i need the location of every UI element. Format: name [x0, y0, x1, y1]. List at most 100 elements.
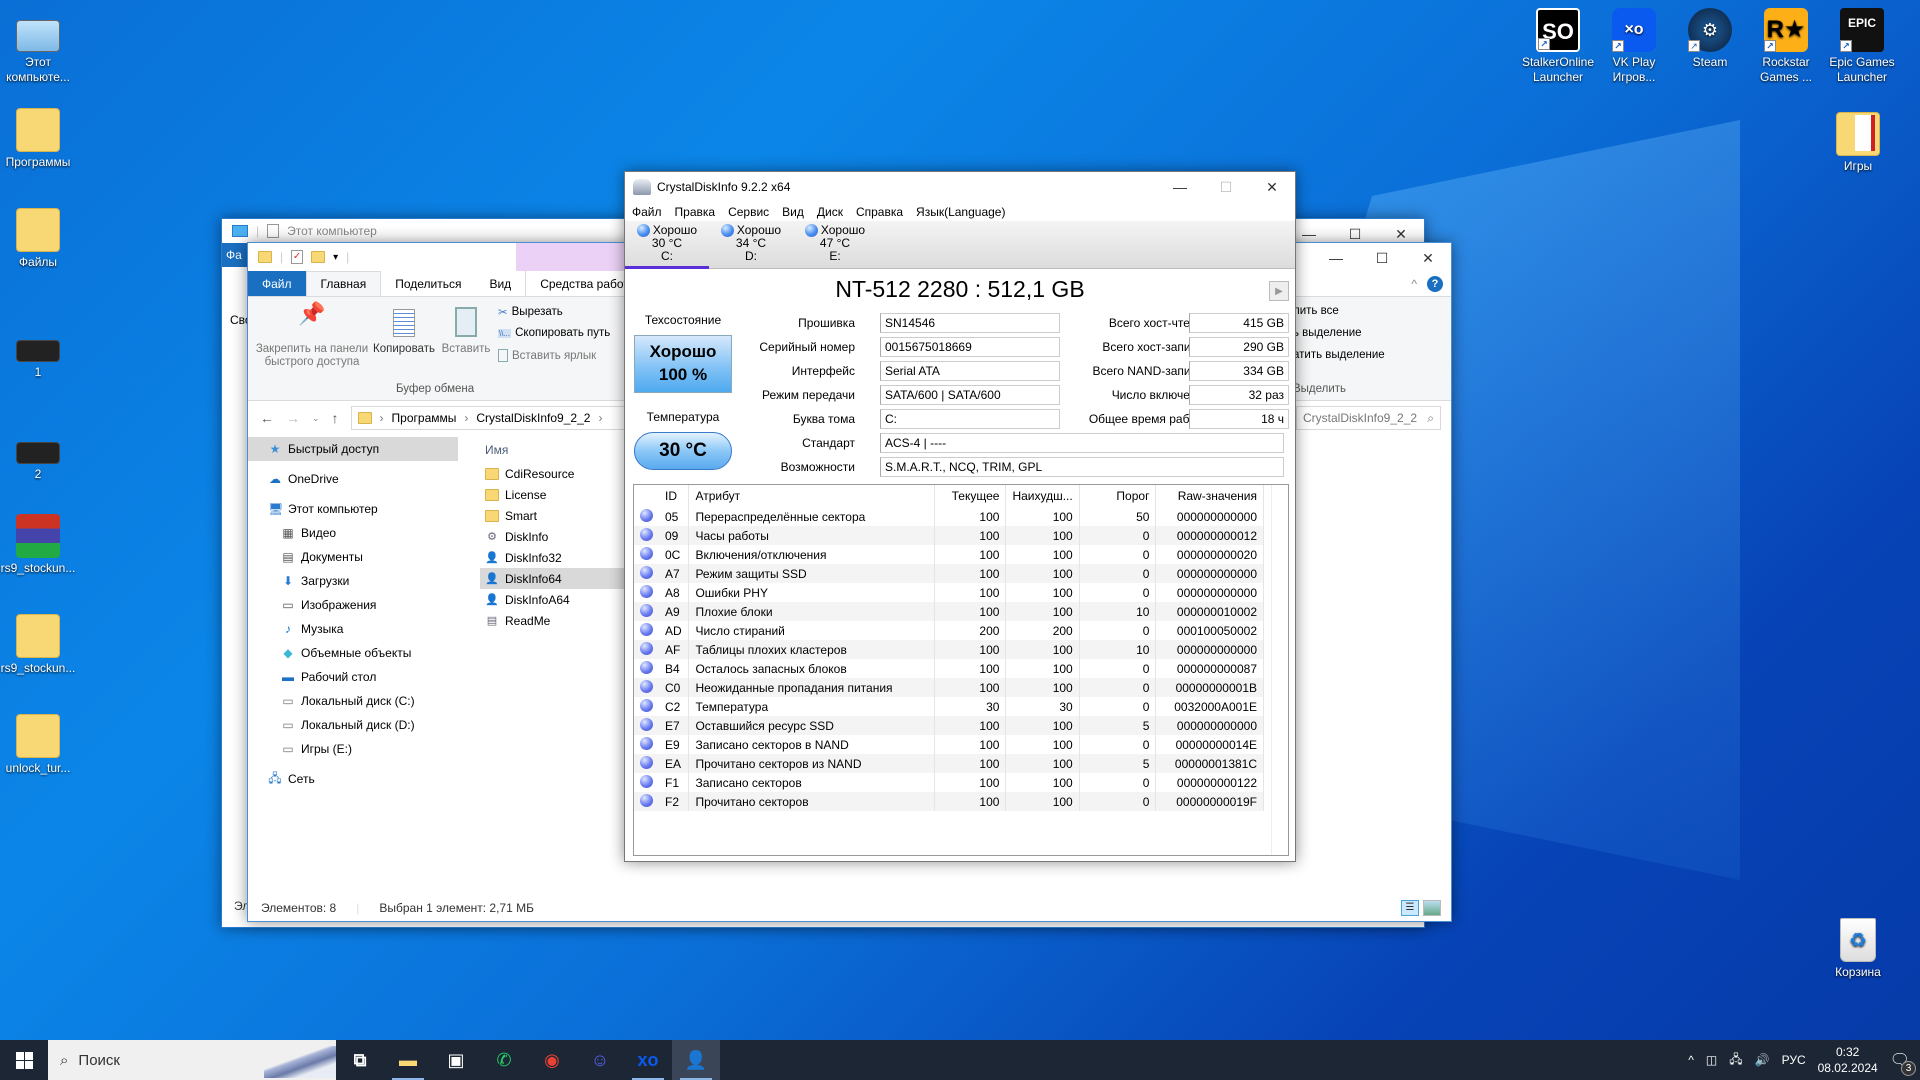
menu-item[interactable]: Сервис [728, 205, 769, 219]
column-header[interactable]: Raw-значения [1155, 485, 1264, 507]
file-item[interactable]: 👤 DiskInfo32 [480, 547, 630, 568]
desktop-icon[interactable]: R★ ↗ Rockstar Games ... [1748, 8, 1824, 85]
menu-item[interactable]: Правка [675, 205, 716, 219]
invert-selection-button[interactable]: атить выделение [1293, 349, 1385, 361]
clock[interactable]: 0:32 08.02.2024 [1818, 1044, 1878, 1076]
desktop-icon[interactable]: EPIC ↗ Epic Games Launcher [1824, 8, 1900, 85]
disk-tab[interactable]: Хорошо 47 °C E: [793, 221, 877, 268]
properties-icon[interactable]: ✓ [291, 250, 304, 264]
cut-button[interactable]: ✂ Вырезать [498, 305, 563, 319]
close-button[interactable]: ✕ [1249, 172, 1295, 202]
scrollbar[interactable] [1271, 485, 1288, 855]
desktop-icon[interactable]: Программы [0, 108, 76, 170]
health-status-badge[interactable]: Хорошо 100 % [634, 335, 732, 393]
recent-locations-button[interactable]: ⌄ [312, 413, 320, 424]
desktop-icon[interactable]: Файлы [0, 208, 76, 270]
taskbar-vk-play-button[interactable]: xo [624, 1040, 672, 1080]
menu-item[interactable]: Язык(Language) [916, 205, 1005, 219]
minimize-button[interactable]: — [1157, 172, 1203, 202]
file-item[interactable]: ⚙ DiskInfo [480, 526, 630, 547]
show-hidden-icons-button[interactable]: ^ [1688, 1053, 1694, 1067]
smart-row[interactable]: C0 Неожиданные пропадания питания 100 100 0 0… [634, 678, 1264, 697]
tab-home[interactable]: Главная [305, 271, 382, 296]
smart-row[interactable]: F2 Прочитано секторов 100 100 0 00000000019F [634, 792, 1264, 811]
desktop-icon[interactable]: ×o ↗ VK Play Игров... [1596, 8, 1672, 85]
nav-item[interactable]: ▦ Видео [248, 521, 458, 545]
desktop-icon[interactable]: 2 [0, 420, 76, 482]
nav-item[interactable]: 🖧 Сеть [248, 767, 458, 791]
column-header[interactable]: ID [659, 485, 690, 507]
collapse-ribbon-icon[interactable]: ^ [1411, 277, 1417, 291]
menu-item[interactable]: Справка [856, 205, 903, 219]
nav-item[interactable]: ▭ Локальный диск (C:) [248, 689, 458, 713]
smart-row[interactable]: E9 Записано секторов в NAND 100 100 0 0000000… [634, 735, 1264, 754]
volume-icon[interactable]: 🔊 [1755, 1053, 1770, 1067]
back-button[interactable]: ← [260, 410, 274, 426]
nav-item[interactable]: ⬇ Загрузки [248, 569, 458, 593]
camera-icon[interactable]: ◫ [1706, 1053, 1717, 1067]
column-header[interactable]: Порог [1079, 485, 1157, 507]
file-item[interactable]: ▤ ReadMe [480, 610, 630, 631]
column-header[interactable]: Наихудш... [1005, 485, 1080, 507]
copy-button[interactable]: Копировать [372, 307, 436, 356]
file-item[interactable]: 👤 DiskInfo64 [480, 568, 630, 589]
breadcrumb-item[interactable]: Программы [392, 411, 457, 425]
file-item[interactable]: License [480, 484, 630, 505]
desktop-icon[interactable]: 1 [0, 318, 76, 380]
taskbar-crystaldiskinfo-button[interactable]: 👤 [672, 1040, 720, 1080]
forward-button[interactable]: → [286, 410, 300, 426]
tab-view[interactable]: Вид [475, 271, 525, 296]
taskbar-task-view-button[interactable]: ⧉ [336, 1040, 384, 1080]
tab-share[interactable]: Поделиться [381, 271, 475, 296]
smart-row[interactable]: A8 Ошибки PHY 100 100 0 000000000000 [634, 583, 1264, 602]
new-folder-icon[interactable] [311, 251, 326, 263]
smart-row[interactable]: A7 Режим защиты SSD 100 100 0 000000000000 [634, 564, 1264, 583]
close-button[interactable]: ✕ [1405, 243, 1451, 273]
disk-tab[interactable]: Хорошо 34 °C D: [709, 221, 793, 268]
details-view-button[interactable]: ☰ [1401, 900, 1419, 916]
smart-row[interactable]: A9 Плохие блоки 100 100 10 000000010002 [634, 602, 1264, 621]
file-item[interactable]: Smart [480, 505, 630, 526]
qat-dropdown-icon[interactable]: ▾ [333, 252, 338, 263]
disk-tab[interactable]: Хорошо 30 °C C: [625, 221, 709, 269]
language-indicator[interactable]: РУС [1782, 1053, 1806, 1067]
search-input[interactable]: CrystalDiskInfo9_2_2 ⌕ [1296, 406, 1441, 430]
paste-button[interactable]: Вставить [438, 307, 494, 356]
menu-item[interactable]: Вид [782, 205, 804, 219]
file-item[interactable]: 👤 DiskInfoA64 [480, 589, 630, 610]
minimize-button[interactable]: — [1313, 243, 1359, 273]
menu-item[interactable]: Файл [632, 205, 662, 219]
smart-row[interactable]: E7 Оставшийся ресурс SSD 100 100 5 0000000000… [634, 716, 1264, 735]
tab-file[interactable]: Файл [248, 271, 306, 296]
smart-row[interactable]: F1 Записано секторов 100 100 0 000000000122 [634, 773, 1264, 792]
taskbar-chrome-button[interactable]: ◉ [528, 1040, 576, 1080]
smart-row[interactable]: EA Прочитано секторов из NAND 100 100 5 00000… [634, 754, 1264, 773]
nav-item[interactable]: ★ Быстрый доступ [248, 437, 458, 461]
nav-item[interactable]: ◆ Объемные объекты [248, 641, 458, 665]
nav-item[interactable]: ☁ OneDrive [248, 467, 458, 491]
nav-item[interactable]: ▭ Локальный диск (D:) [248, 713, 458, 737]
maximize-button[interactable]: ☐ [1203, 172, 1249, 202]
smart-row[interactable]: 09 Часы работы 100 100 0 000000000012 [634, 526, 1264, 545]
nav-item[interactable]: ▭ Изображения [248, 593, 458, 617]
temperature-badge[interactable]: 30 °C [634, 432, 732, 470]
smart-row[interactable]: AF Таблицы плохих кластеров 100 100 10 000000… [634, 640, 1264, 659]
nav-item[interactable]: ▤ Документы [248, 545, 458, 569]
crystaldiskinfo-window[interactable]: CrystalDiskInfo 9.2.2 x64 — ☐ ✕ Файл Правка… [624, 171, 1296, 862]
desktop-icon-games-folder[interactable]: Игры [1820, 112, 1896, 174]
breadcrumb-item[interactable]: CrystalDiskInfo9_2_2 [476, 411, 590, 425]
desktop-icon-recycle-bin[interactable]: ♻ Корзина [1820, 918, 1896, 980]
smart-row[interactable]: B4 Осталось запасных блоков 100 100 0 0000000… [634, 659, 1264, 678]
smart-row[interactable]: AD Число стираний 200 200 0 000100050002 [634, 621, 1264, 640]
file-item[interactable]: CdiResource [480, 463, 630, 484]
nav-item[interactable]: ▬ Рабочий стол [248, 665, 458, 689]
select-none-button[interactable]: ь выделение [1293, 327, 1362, 339]
paste-shortcut-button[interactable]: Вставить ярлык [498, 349, 596, 362]
desktop-icon[interactable]: rs9_stockun... [0, 514, 76, 576]
desktop-icon[interactable]: SO ↗ StalkerOnline Launcher [1520, 8, 1596, 85]
taskbar-whatsapp-button[interactable]: ✆ [480, 1040, 528, 1080]
next-disk-button[interactable]: ▶ [1269, 281, 1289, 301]
properties-icon[interactable] [267, 224, 280, 238]
notification-center-button[interactable]: 🗨 3 [1890, 1050, 1916, 1076]
network-icon[interactable]: 🖧 [1729, 1050, 1742, 1071]
